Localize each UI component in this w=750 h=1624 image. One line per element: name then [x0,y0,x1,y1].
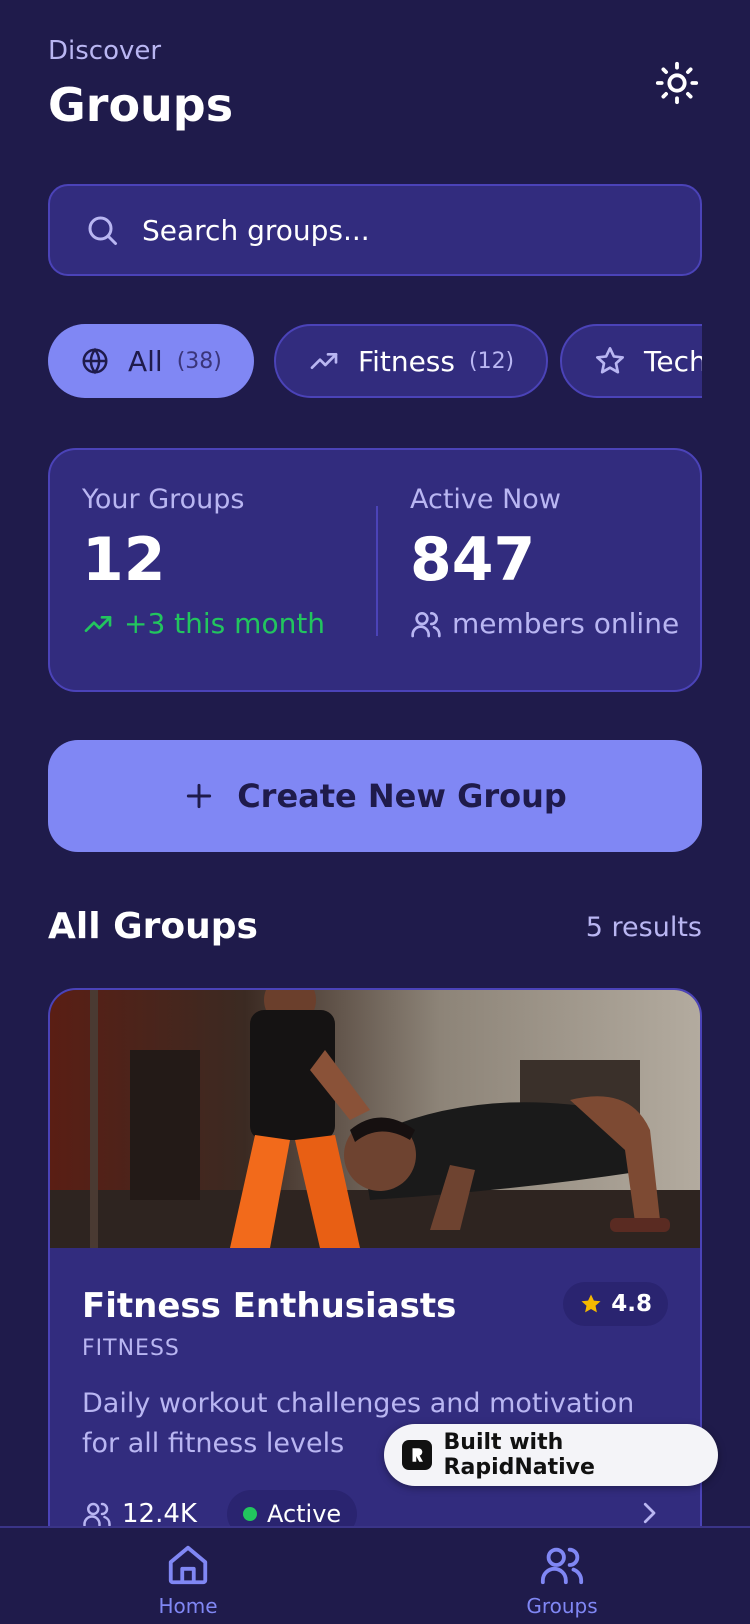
group-name: Fitness Enthusiasts [82,1286,457,1326]
stat-sub-text: members online [452,607,680,640]
rating-badge: 4.8 [563,1282,668,1326]
built-with-label: Built with RapidNative [443,1430,595,1480]
status-label: Active [266,1500,342,1528]
stat-value: 847 [410,525,536,595]
section-title: All Groups [48,906,258,947]
home-icon [165,1542,211,1588]
stat-sub-text: +3 this month [124,607,326,640]
trending-up-icon [82,608,114,640]
star-filled-icon [579,1292,603,1316]
star-icon [594,345,626,377]
search-input[interactable] [142,213,622,247]
stats-card: Your Groups 12 +3 this month Active Now … [48,448,702,692]
users-icon [82,1499,112,1529]
stat-label: Your Groups [82,484,245,515]
filter-chip-count: (12) [468,348,515,374]
plus-icon [183,780,215,812]
groups-screen: Discover Groups Search groups... All (38… [0,0,750,1624]
stats-divider [376,506,378,636]
tab-label: Groups [526,1594,598,1618]
tab-home[interactable]: Home [128,1542,248,1618]
search-bar[interactable] [48,184,702,276]
page-title: Groups [48,78,234,132]
theme-toggle-button[interactable] [652,60,702,110]
rapidnative-logo-icon [402,1440,432,1470]
create-group-button[interactable]: Create New Group [48,740,702,852]
tab-label: Home [158,1594,218,1618]
filter-chip-all[interactable]: All (38) [48,324,254,398]
stat-your-groups: Your Groups 12 +3 this month [82,484,325,640]
status-dot [242,1507,257,1521]
users-icon [539,1542,585,1588]
filter-chip-label: All [128,344,163,378]
rating-value: 4.8 [611,1291,652,1317]
stat-label: Active Now [410,484,561,515]
trending-up-icon [308,345,340,377]
filter-chip-fitness[interactable]: Fitness (12) [274,324,549,398]
filter-chip-label: Tech [644,344,702,378]
filter-chip-label: Fitness [358,344,455,378]
users-icon [410,608,442,640]
search-icon [84,212,120,248]
bottom-tab-bar: Home Groups [0,1526,750,1624]
stat-value: 12 [82,525,166,595]
sun-icon [654,60,700,110]
chevron-right-icon[interactable] [634,1498,664,1528]
stat-sub: members online [410,607,679,640]
results-count: 5 results [585,912,702,943]
member-count: 12.4K [122,1499,197,1529]
stat-sub: +3 this month [82,607,325,640]
group-cover-image [50,990,700,1248]
group-category: FITNESS [82,1336,180,1361]
filter-chips: All (38) Fitness (12) Tech [48,324,702,400]
filter-chip-count: (38) [176,348,222,374]
filter-chip-tech[interactable]: Tech [560,324,702,398]
globe-icon [80,346,110,376]
page-eyebrow: Discover [48,36,162,66]
stat-active-now: Active Now 847 members online [410,484,679,640]
tab-groups[interactable]: Groups [502,1542,622,1618]
built-with-badge[interactable]: Built with RapidNative [384,1424,718,1486]
create-group-label: Create New Group [237,777,567,815]
